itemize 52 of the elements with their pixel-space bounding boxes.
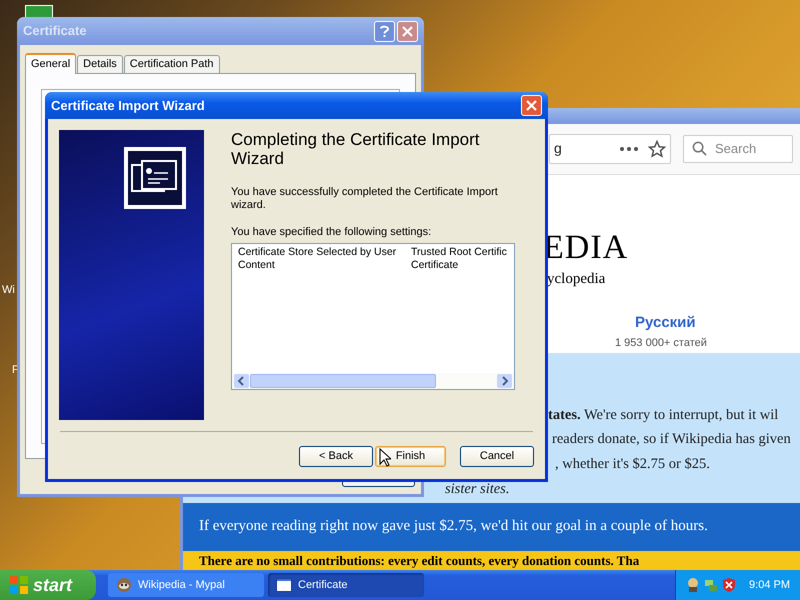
help-button[interactable] — [374, 20, 395, 42]
certificate-icon — [124, 147, 186, 209]
tab[interactable]: Details — [77, 55, 123, 73]
appeal-text: tates. We're sorry to interrupt, but it wil — [548, 406, 778, 424]
star-icon[interactable] — [648, 140, 666, 158]
taskbar-button[interactable]: Wikipedia - Mypal — [108, 573, 264, 597]
wizard-heading: Completing the Certificate Import Wizard — [231, 130, 480, 168]
tab[interactable]: Certification Path — [124, 55, 220, 73]
scroll-right-icon[interactable] — [497, 374, 512, 388]
window-icon — [276, 578, 292, 592]
appeal-text: , whether it's $2.75 or $25. — [555, 455, 710, 474]
goal-text: If everyone reading right now gave just $2.75, we'd hit our goal in a couple of hours. — [199, 517, 708, 536]
windows-logo-icon — [9, 575, 29, 595]
wizard-button[interactable]: Finish — [375, 446, 446, 467]
clock: 9:04 PM — [749, 578, 790, 593]
settings-label: You have specified the following settings: — [231, 225, 432, 240]
wikipedia-tagline: yclopedia — [547, 270, 606, 288]
appeal-text: readers donate, so if Wikipedia has given — [552, 430, 791, 450]
list-cell: Certificate Store Selected by User — [238, 246, 396, 258]
close-icon — [402, 26, 413, 36]
wizard-message: You have successfully completed the Certificate Import wizard. — [231, 186, 499, 212]
highlight-text: There are no small contributions: every edit counts, every donation counts. Tha — [199, 552, 640, 568]
scrollbar-thumb[interactable] — [250, 374, 436, 388]
mouse-pointer-icon — [379, 448, 391, 467]
wizard-button[interactable]: Cancel — [460, 446, 534, 467]
search-icon — [692, 141, 707, 156]
list-cell: Certificate — [411, 258, 458, 272]
shield-icon[interactable] — [722, 577, 736, 593]
search-field[interactable]: Search — [683, 134, 793, 163]
tab[interactable]: General — [25, 53, 76, 74]
horizontal-scrollbar[interactable] — [232, 372, 514, 388]
appeal-text: sister sites. — [445, 480, 510, 499]
search-input[interactable]: Search — [715, 139, 775, 159]
window-title: Certificate — [23, 22, 88, 40]
question-icon — [380, 24, 389, 38]
more-icon[interactable] — [620, 146, 638, 151]
close-icon — [526, 100, 537, 111]
article-count: 1 953 000+ статей — [615, 336, 707, 350]
browser-icon — [116, 577, 132, 593]
list-cell: Content — [238, 258, 275, 270]
wizard-button[interactable]: < Back — [299, 446, 373, 467]
taskbar-button[interactable]: Certificate — [268, 573, 424, 597]
desktop-icon-label[interactable]: Wi — [2, 282, 15, 298]
address-field[interactable]: g — [549, 134, 671, 164]
tray-app-icon[interactable] — [686, 577, 700, 593]
close-button[interactable] — [397, 20, 418, 42]
scroll-left-icon[interactable] — [234, 374, 249, 388]
list-cell: Trusted Root Certific — [411, 246, 507, 258]
language-link[interactable]: Русский — [635, 312, 696, 334]
address-text: g — [554, 139, 562, 158]
window-title: Certificate Import Wizard — [51, 96, 206, 115]
close-button[interactable] — [521, 95, 542, 116]
